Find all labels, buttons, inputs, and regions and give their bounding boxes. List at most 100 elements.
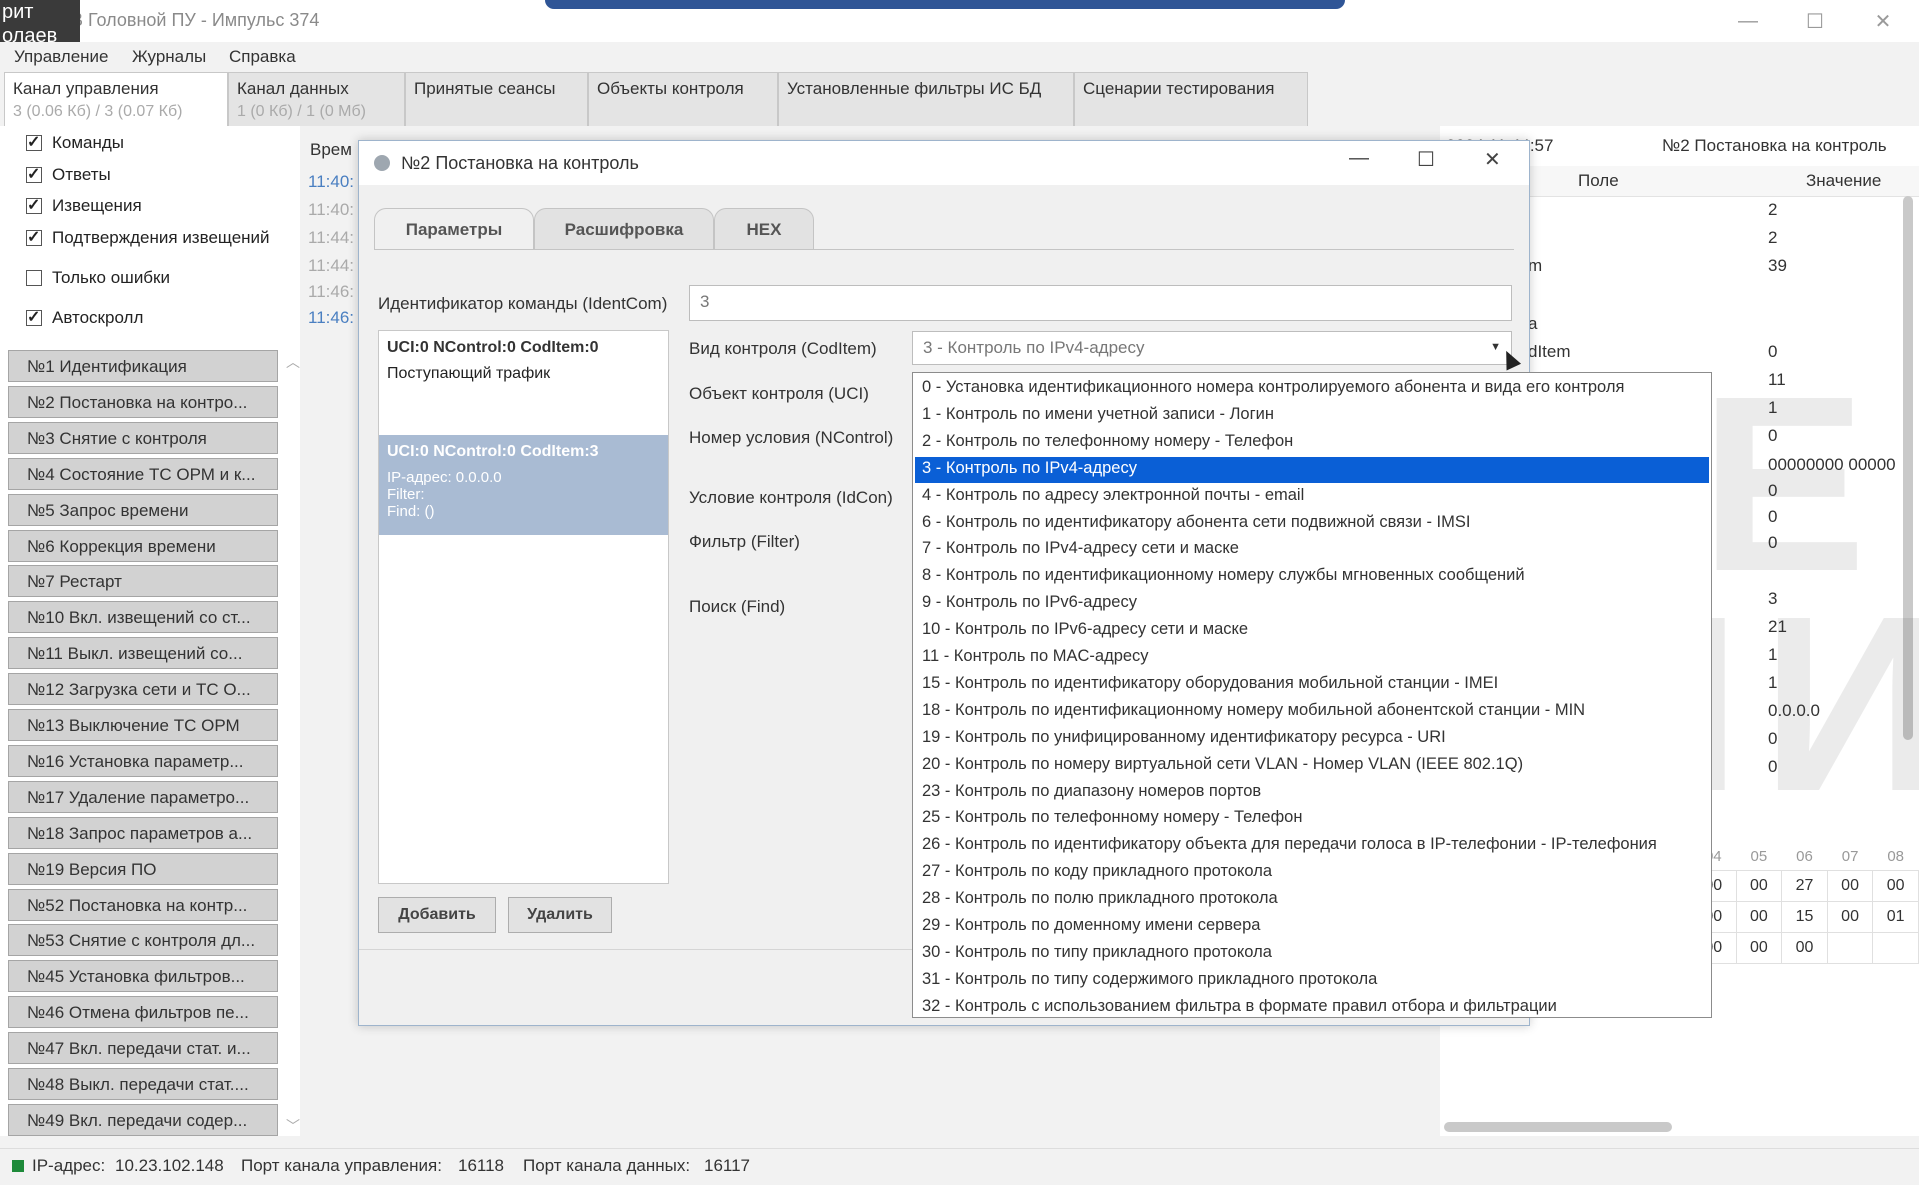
command-button[interactable]: №52 Постановка на контр... [8, 888, 278, 921]
menu-journals[interactable]: Журналы [132, 47, 206, 67]
command-button[interactable]: №5 Запрос времени [8, 493, 278, 526]
dropdown-option[interactable]: 4 - Контроль по адресу электронной почты… [915, 484, 1709, 510]
dropdown-option[interactable]: 11 - Контроль по MAC-адресу [915, 645, 1709, 671]
dropdown-option[interactable]: 15 - Контроль по идентификатору оборудов… [915, 672, 1709, 698]
dropdown-option[interactable]: 27 - Контроль по коду прикладного проток… [915, 860, 1709, 886]
command-button[interactable]: №49 Вкл. передачи содер... [8, 1103, 278, 1136]
dialog-close-button[interactable]: ✕ [1484, 147, 1501, 172]
tab-sub: 3 (0.06 Кб) / 3 (0.07 Кб) [13, 103, 183, 120]
list-item-line: IP-адрес: 0.0.0.0 [387, 469, 502, 486]
dropdown-option[interactable]: 1 - Контроль по имени учетной записи - Л… [915, 403, 1709, 429]
time-cell[interactable]: 11:40: [308, 172, 354, 192]
command-button[interactable]: №19 Версия ПО [8, 852, 278, 885]
list-item[interactable]: UCI:0 NControl:0 CodItem:0 Поступающий т… [387, 339, 599, 383]
dropdown-option[interactable]: 20 - Контроль по номеру виртуальной сети… [915, 753, 1709, 779]
checkbox[interactable] [26, 195, 42, 215]
checkbox[interactable] [26, 164, 42, 184]
obj-label: Объект контроля (UCI) [689, 384, 869, 403]
hex-cell: 00 [1826, 870, 1874, 902]
checkbox[interactable] [26, 270, 42, 286]
dropdown-option[interactable]: 0 - Установка идентификационного номера … [915, 376, 1709, 402]
command-button[interactable]: №17 Удаление параметро... [8, 780, 278, 813]
dropdown-option[interactable]: 32 - Контроль с использованием фильтра в… [915, 995, 1709, 1017]
command-button[interactable]: №13 Выключение ТС ОРМ [8, 709, 278, 741]
tab-parameters[interactable]: Параметры [374, 208, 534, 250]
dropdown-option[interactable]: 25 - Контроль по телефонному номеру - Те… [915, 806, 1709, 832]
tab-hex[interactable]: HEX [714, 208, 814, 250]
dropdown-option[interactable]: 8 - Контроль по идентификационному номер… [915, 564, 1709, 590]
maximize-button[interactable]: ☐ [1790, 6, 1840, 36]
command-button[interactable]: №45 Установка фильтров... [8, 960, 278, 993]
command-button[interactable]: №6 Коррекция времени [8, 529, 278, 562]
close-button[interactable]: ✕ [1858, 6, 1908, 36]
filter-confirmations[interactable]: Подтверждения извещений [26, 226, 270, 250]
dropdown-option[interactable]: 19 - Контроль по унифицированному иденти… [915, 726, 1709, 752]
scroll-up-icon[interactable]: ︿ [286, 352, 300, 372]
tab-control-objects[interactable]: Объекты контроля [588, 72, 778, 126]
command-button[interactable]: №2 Постановка на контро... [8, 385, 278, 418]
dropdown-option[interactable]: 6 - Контроль по идентификатору абонента … [915, 511, 1709, 537]
filter-responses[interactable]: Ответы [26, 163, 111, 187]
time-cell[interactable]: 11:44: [308, 228, 354, 248]
time-cell[interactable]: 11:46: [308, 308, 354, 328]
menu-help[interactable]: Справка [229, 47, 296, 67]
command-button[interactable]: №1 Идентификация [8, 350, 278, 382]
dropdown-option[interactable]: 31 - Контроль по типу содержимого прикла… [915, 968, 1709, 994]
dropdown-option[interactable]: 10 - Контроль по IPv6-адресу сети и маск… [915, 618, 1709, 644]
menu-control[interactable]: Управление [14, 47, 109, 67]
tab-installed-filters[interactable]: Установленные фильтры ИС БД [778, 72, 1074, 126]
list-item-selected[interactable]: UCI:0 NControl:0 CodItem:3 IP-адрес: 0.0… [379, 435, 668, 535]
tab-test-scenarios[interactable]: Сценарии тестирования [1074, 72, 1308, 126]
dialog-maximize-button[interactable]: ☐ [1417, 147, 1435, 172]
add-button[interactable]: Добавить [378, 897, 496, 933]
command-button[interactable]: №48 Выкл. передачи стат.... [8, 1068, 278, 1100]
checkbox[interactable] [26, 227, 42, 247]
time-cell[interactable]: 11:40: [308, 200, 354, 220]
dropdown-option-selected[interactable]: 3 - Контроль по IPv4-адресу [915, 456, 1709, 483]
dropdown-option[interactable]: 7 - Контроль по IPv4-адресу сети и маске [915, 537, 1709, 563]
vid-dropdown-list[interactable]: 0 - Установка идентификационного номера … [912, 372, 1712, 1018]
control-list[interactable]: UCI:0 NControl:0 CodItem:0 Поступающий т… [378, 330, 669, 884]
ident-input[interactable]: 3 [689, 285, 1512, 321]
filter-errors-only[interactable]: Только ошибки [26, 266, 170, 290]
filter-commands[interactable]: Команды [26, 131, 124, 155]
command-button[interactable]: №11 Выкл. извещений со... [8, 637, 278, 670]
dropdown-option[interactable]: 18 - Контроль по идентификационному номе… [915, 699, 1709, 725]
time-cell[interactable]: 11:44: [308, 256, 354, 276]
filter-autoscroll[interactable]: Автоскролл [26, 306, 143, 330]
checkbox[interactable] [26, 132, 42, 152]
dropdown-option[interactable]: 30 - Контроль по типу прикладного проток… [915, 941, 1709, 967]
command-button[interactable]: №7 Рестарт [8, 565, 278, 598]
dropdown-option[interactable]: 9 - Контроль по IPv6-адресу [915, 591, 1709, 617]
field-value: 0 [1768, 757, 1778, 776]
command-button[interactable]: №10 Вкл. извещений со ст... [8, 601, 278, 634]
command-button[interactable]: №53 Снятие с контроля дл... [8, 924, 278, 957]
dropdown-option[interactable]: 23 - Контроль по диапазону номеров порто… [915, 780, 1709, 806]
vid-combobox[interactable]: 3 - Контроль по IPv4-адресу ▼ [912, 331, 1512, 365]
command-button[interactable]: №16 Установка параметр... [8, 744, 278, 777]
tab-control-channel[interactable]: Канал управления 3 (0.06 Кб) / 3 (0.07 К… [4, 72, 228, 126]
checkbox[interactable] [26, 307, 42, 327]
dropdown-option[interactable]: 2 - Контроль по телефонному номеру - Тел… [915, 430, 1709, 456]
scroll-down-icon[interactable]: ﹀ [286, 1116, 300, 1136]
horizontal-scrollbar[interactable] [1444, 1122, 1672, 1132]
command-button[interactable]: №46 Отмена фильтров пе... [8, 996, 278, 1029]
delete-button[interactable]: Удалить [508, 897, 612, 933]
dropdown-option[interactable]: 26 - Контроль по идентификатору объекта … [915, 833, 1709, 859]
command-button[interactable]: №4 Состояние ТС ОРМ и к... [8, 457, 278, 490]
chevron-down-icon[interactable]: ▼ [1490, 341, 1501, 353]
filter-notifications[interactable]: Извещения [26, 194, 142, 218]
fields-scrollbar[interactable] [1903, 196, 1913, 740]
tab-received-sessions[interactable]: Принятые сеансы [405, 72, 588, 126]
minimize-button[interactable]: — [1723, 6, 1773, 36]
command-button[interactable]: №12 Загрузка сети и ТС О... [8, 673, 278, 706]
command-button[interactable]: №18 Запрос параметров а... [8, 816, 278, 849]
command-button[interactable]: №47 Вкл. передачи стат. и... [8, 1032, 278, 1065]
command-button[interactable]: №3 Снятие с контроля [8, 421, 278, 454]
tab-decoding[interactable]: Расшифровка [534, 208, 714, 250]
dialog-minimize-button[interactable]: — [1349, 147, 1369, 170]
tab-data-channel[interactable]: Канал данных 1 (0 Кб) / 1 (0 Мб) [228, 72, 405, 126]
dropdown-option[interactable]: 28 - Контроль по полю прикладного проток… [915, 887, 1709, 913]
time-cell[interactable]: 11:46: [308, 282, 354, 302]
dropdown-option[interactable]: 29 - Контроль по доменному имени сервера [915, 914, 1709, 940]
